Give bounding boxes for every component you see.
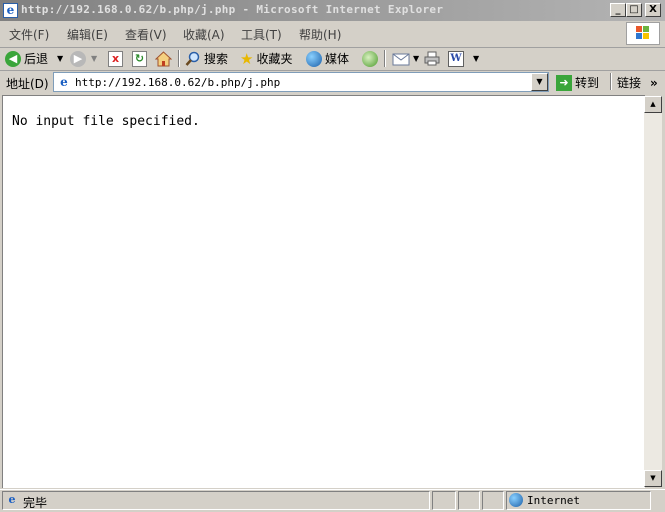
status-pane [458,491,480,510]
mail-icon [392,53,410,65]
close-button[interactable]: X [645,3,661,17]
address-input[interactable]: e http://192.168.0.62/b.php/j.php ▼ [53,72,549,92]
scroll-up-button[interactable]: ▲ [644,96,662,113]
status-pane [432,491,456,510]
menu-bar: 文件(F) 编辑(E) 查看(V) 收藏(A) 工具(T) 帮助(H) [0,21,665,48]
home-button[interactable] [155,49,172,68]
favorites-button[interactable]: ★ 收藏夹 [240,49,292,68]
go-arrow-icon: ➜ [556,74,572,91]
media-button[interactable]: 媒体 [306,49,349,68]
toolbar-separator [610,73,612,90]
menu-favorites[interactable]: 收藏(A) [183,26,225,43]
address-url: http://192.168.0.62/b.php/j.php [75,76,281,89]
word-icon: W [448,50,464,67]
links-button[interactable]: 链接 » [617,73,658,92]
menu-tools[interactable]: 工具(T) [241,26,282,43]
status-pane-main: e 完毕 [2,491,430,510]
print-icon [424,51,440,66]
windows-logo-icon [626,22,660,45]
media-globe-icon [306,50,322,67]
maximize-button[interactable]: □ [626,3,642,17]
address-dropdown-button[interactable]: ▼ [531,73,548,91]
search-label: 搜索 [204,52,229,66]
back-button[interactable]: ◀ 后退 ▼ [5,49,63,68]
print-button[interactable] [424,49,440,68]
history-button[interactable] [362,49,378,68]
page-done-icon: e [8,493,16,506]
title-bar: e http://192.168.0.62/b.php/j.php - Micr… [0,0,665,21]
home-icon [155,50,172,66]
forward-button[interactable]: ▶ ▼ [70,49,97,68]
scroll-down-button[interactable]: ▼ [644,470,662,487]
page-content: No input file specified. [2,95,645,488]
menu-file[interactable]: 文件(F) [9,26,49,43]
menu-view[interactable]: 查看(V) [125,26,167,43]
status-pane [482,491,504,510]
internet-zone-globe-icon [509,493,523,507]
edit-word-button[interactable]: W ▼ [448,49,479,68]
go-button[interactable]: ➜ 转到 [556,73,599,92]
back-label: 后退 [24,52,49,66]
toolbar-separator [384,50,386,67]
refresh-button[interactable]: ↻ [132,49,147,68]
forward-dropdown-icon[interactable]: ▼ [91,54,97,63]
menu-help[interactable]: 帮助(H) [299,26,341,43]
refresh-icon: ↻ [132,50,147,67]
stop-button[interactable]: x [108,49,123,68]
mail-button[interactable]: ▼ [392,49,419,68]
forward-arrow-icon: ▶ [70,50,86,67]
links-label: 链接 [617,76,642,90]
page-icon: e [60,75,68,89]
menu-edit[interactable]: 编辑(E) [67,26,108,43]
search-button[interactable]: 搜索 [185,49,228,68]
back-dropdown-icon[interactable]: ▼ [57,54,63,63]
address-label: 地址(D) [6,77,49,91]
status-pane-zone: Internet [506,491,651,510]
vertical-scrollbar[interactable]: ▲ ▼ [644,96,662,487]
window-title: http://192.168.0.62/b.php/j.php - Micros… [21,3,444,16]
favorites-star-icon: ★ [240,49,254,68]
mail-dropdown-icon[interactable]: ▼ [413,54,419,63]
address-bar: 地址(D) e http://192.168.0.62/b.php/j.php … [0,71,665,94]
toolbar-separator [178,50,180,67]
history-icon [362,50,378,67]
zone-text: Internet [527,494,580,507]
go-label: 转到 [575,76,600,90]
minimize-button[interactable]: _ [610,3,626,17]
edit-dropdown-icon[interactable]: ▼ [473,54,479,63]
media-label: 媒体 [325,52,350,66]
page-message: No input file specified. [12,114,200,129]
search-icon [185,51,200,66]
back-arrow-icon: ◀ [5,50,21,67]
favorites-label: 收藏夹 [256,52,293,66]
status-text: 完毕 [23,496,48,510]
chevron-right-icon[interactable]: » [650,76,658,90]
status-bar: e 完毕 Internet [0,489,665,512]
stop-icon: x [108,50,123,67]
ie-icon: e [3,3,18,18]
standard-toolbar: ◀ 后退 ▼ ▶ ▼ x ↻ 搜索 ★ 收藏夹 媒体 ▼ W ▼ [0,47,665,71]
